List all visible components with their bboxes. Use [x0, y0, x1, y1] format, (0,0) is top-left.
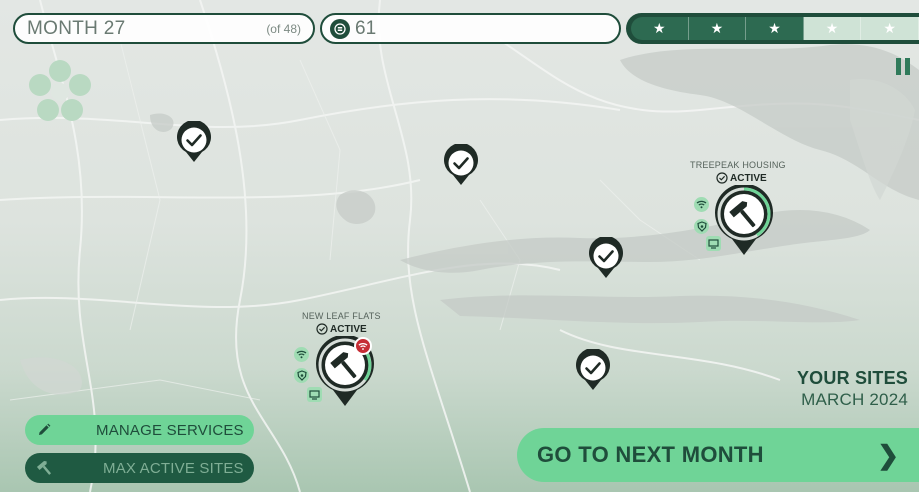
- current-date: MARCH 2024: [801, 390, 908, 409]
- your-sites-panel: YOUR SITES MARCH 2024: [797, 368, 908, 410]
- coin-counter: 61: [320, 13, 621, 44]
- shield-service-icon[interactable]: [694, 219, 709, 234]
- coin-value: 61: [355, 17, 377, 39]
- completed-site-marker[interactable]: [574, 349, 612, 391]
- site-status-newleaf: ACTIVE: [316, 323, 367, 335]
- pencil-icon: [39, 423, 51, 435]
- completed-site-marker[interactable]: [175, 121, 213, 163]
- month-label: MONTH 27: [27, 17, 126, 39]
- completed-site-marker[interactable]: [442, 144, 480, 186]
- flower-logo: [29, 60, 91, 121]
- next-month-label: GO TO NEXT MONTH: [537, 442, 764, 467]
- site-name-newleaf: NEW LEAF FLATS: [302, 311, 381, 321]
- star-icon: ★: [631, 17, 689, 40]
- month-counter: MONTH 27 (of 48): [13, 13, 315, 44]
- monitor-service-icon[interactable]: [307, 387, 322, 402]
- site-status-treepeak: ACTIVE: [716, 172, 767, 184]
- pause-icon[interactable]: [896, 58, 910, 75]
- completed-site-marker[interactable]: [587, 237, 625, 279]
- your-sites-title: YOUR SITES: [796, 368, 908, 388]
- manage-services-label: MANAGE SERVICES: [96, 421, 244, 439]
- star-icon: ★: [803, 17, 862, 40]
- max-active-sites-button: MAX ACTIVE SITES: [25, 453, 254, 483]
- wifi-service-icon[interactable]: [294, 347, 309, 362]
- hammer-icon: [37, 460, 51, 475]
- site-name-treepeak: TREEPEAK HOUSING: [690, 160, 786, 170]
- check-circle-icon: [316, 323, 328, 335]
- wifi-alert-icon[interactable]: [354, 337, 372, 355]
- max-active-sites-label: MAX ACTIVE SITES: [103, 459, 244, 477]
- next-month-button[interactable]: GO TO NEXT MONTH ❯: [517, 428, 919, 482]
- monitor-service-icon[interactable]: [706, 236, 721, 251]
- active-site-marker-treepeak[interactable]: [712, 185, 776, 257]
- check-circle-icon: [716, 172, 728, 184]
- star-icon: ★: [861, 17, 919, 40]
- wifi-service-icon[interactable]: [694, 197, 709, 212]
- chevron-right-icon: ❯: [877, 439, 899, 470]
- star-icon: ★: [746, 17, 804, 40]
- star-icon: ★: [688, 17, 747, 40]
- shield-service-icon[interactable]: [294, 368, 309, 383]
- manage-services-button[interactable]: MANAGE SERVICES: [25, 415, 254, 445]
- star-rating: ★ ★ ★ ★ ★: [626, 13, 919, 44]
- coin-icon: [330, 18, 350, 39]
- month-total: (of 48): [266, 21, 301, 36]
